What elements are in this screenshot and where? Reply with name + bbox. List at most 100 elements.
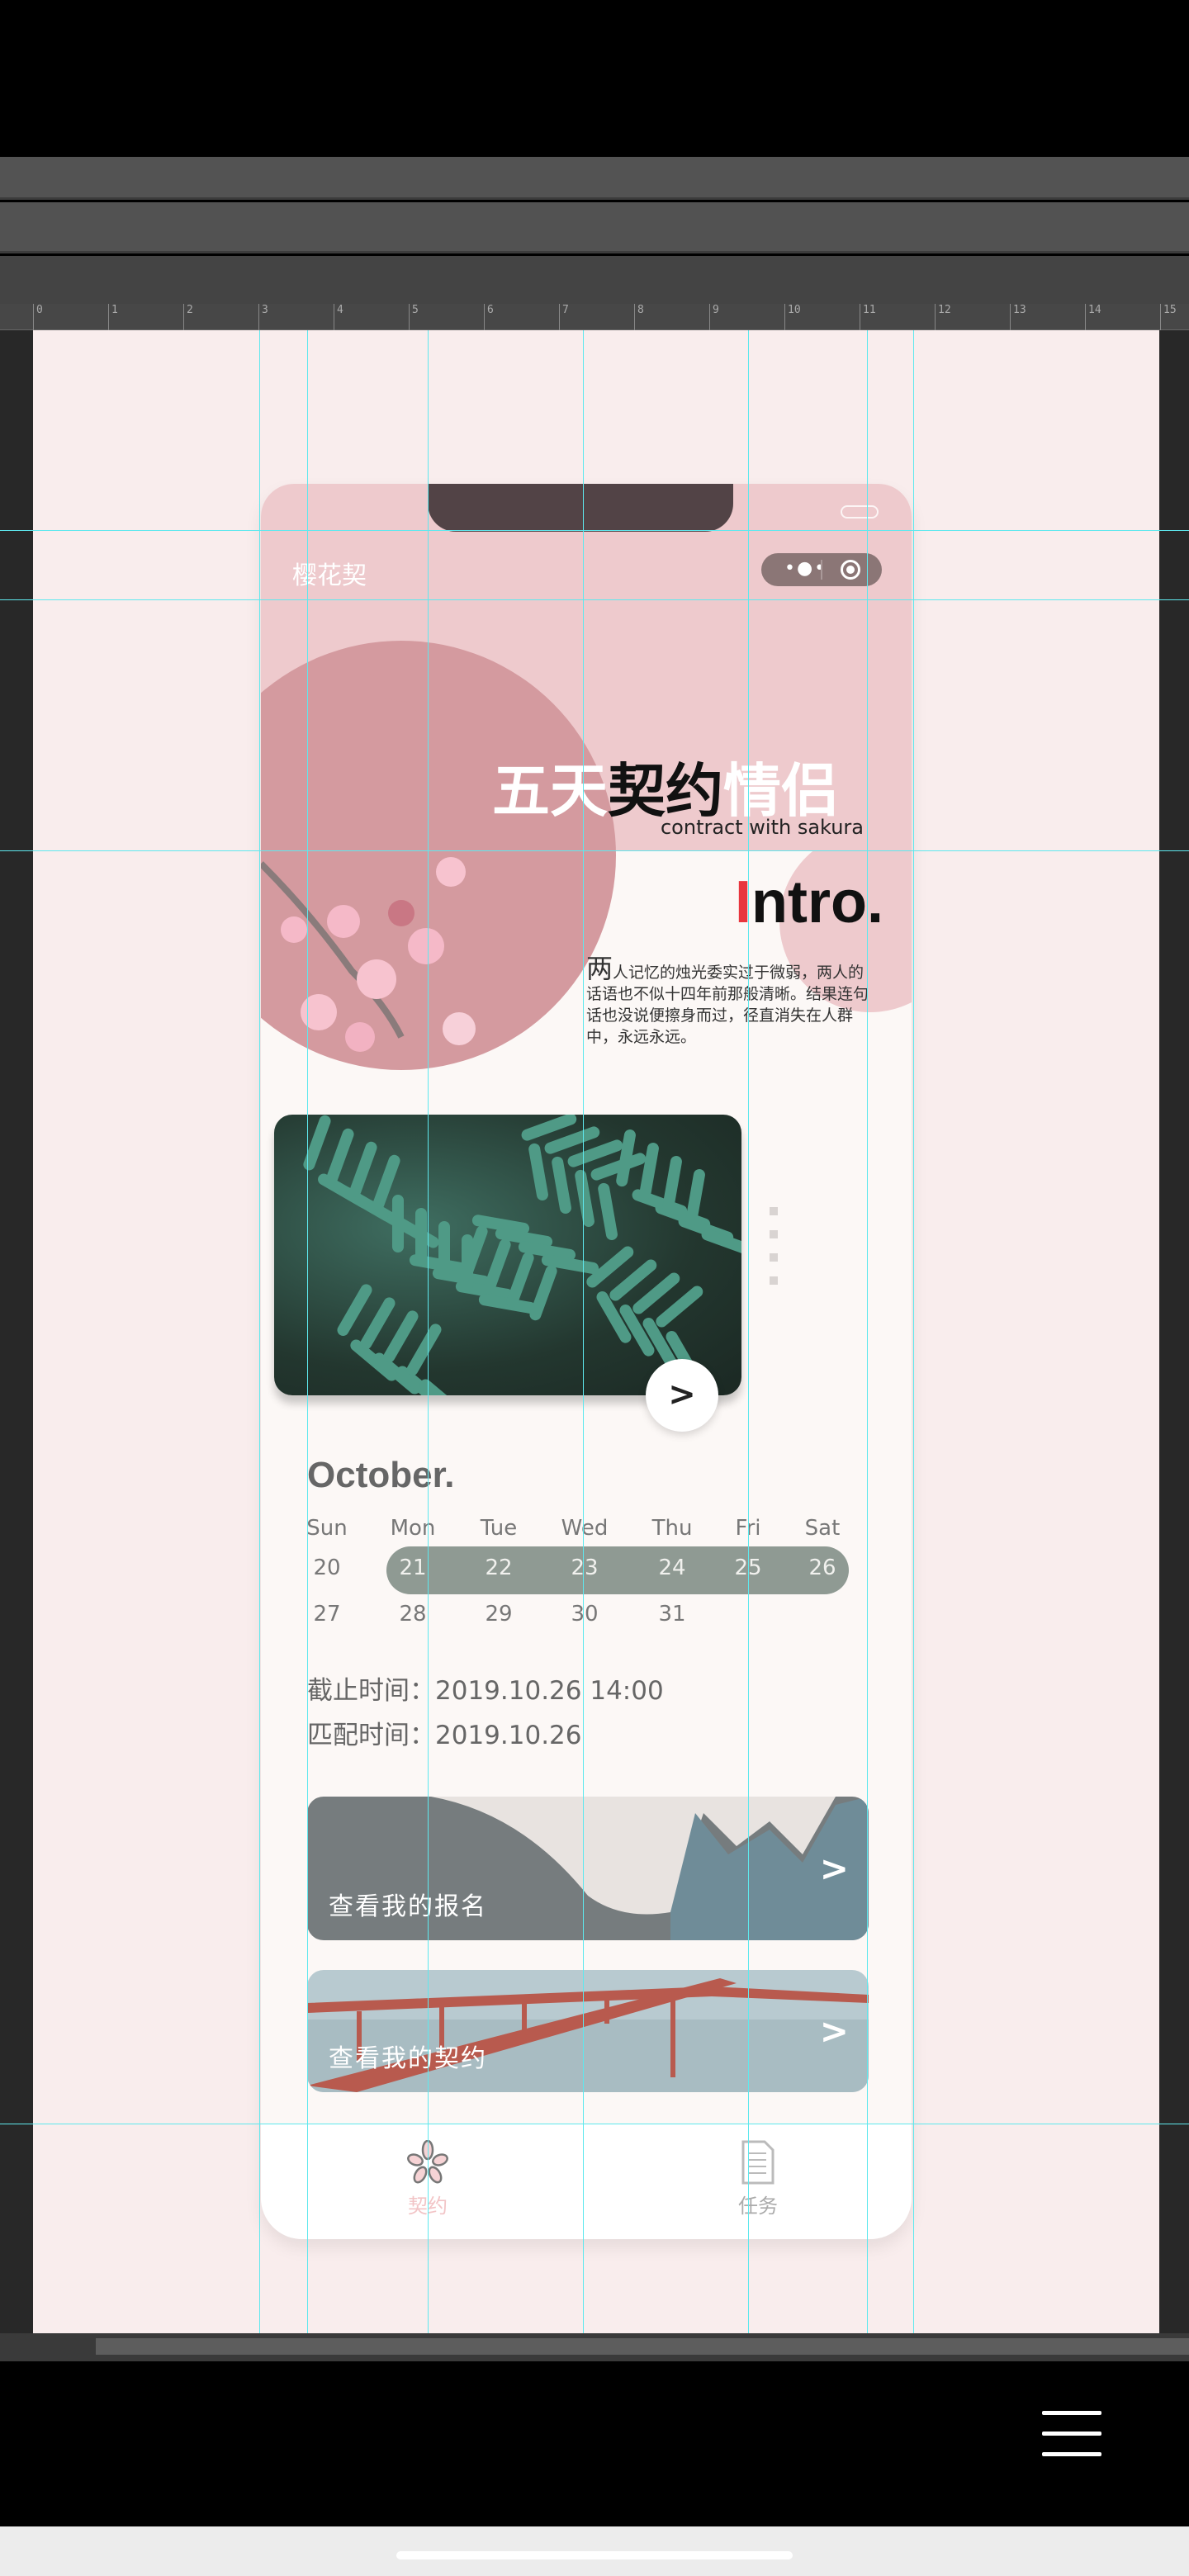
weekday-label: Wed xyxy=(561,1516,609,1541)
my-contract-card[interactable]: 查看我的契约 > xyxy=(307,1970,869,2092)
fern-leaf xyxy=(597,1181,619,1242)
deadline-label: 截止时间： xyxy=(307,1676,435,1706)
chevron-right-icon: > xyxy=(819,2010,849,2052)
horizontal-ruler: 0 1 2 3 4 5 6 7 8 9 10 11 12 13 14 15 xyxy=(0,304,1189,330)
vertical-ruler xyxy=(0,330,33,2333)
calendar-day[interactable]: 26 xyxy=(789,1556,855,1580)
vertical-guide xyxy=(307,330,308,2333)
capsule-divider xyxy=(821,560,822,580)
weekday-label: Thu xyxy=(651,1516,693,1541)
match-row: 匹配时间：2019.10.26 xyxy=(307,1714,582,1751)
horizontal-guide xyxy=(0,530,1189,531)
chevron-right-icon: > xyxy=(819,1848,849,1889)
match-value: 2019.10.26 xyxy=(435,1721,582,1750)
ruler-tick: 14 xyxy=(1085,304,1101,330)
calendar-day[interactable]: 24 xyxy=(639,1556,705,1580)
slogan-part-1: 五天 xyxy=(492,756,608,825)
fern-leaf xyxy=(417,1376,470,1395)
carousel-indicator xyxy=(770,1207,778,1300)
ruler-tick: 3 xyxy=(258,304,268,330)
slogan-part-3: 情侣 xyxy=(723,756,839,825)
document-tab-bar xyxy=(0,256,1189,304)
vertical-guide xyxy=(867,330,868,2333)
home-indicator[interactable] xyxy=(396,2551,793,2559)
my-registration-card[interactable]: 查看我的报名 > xyxy=(307,1797,869,1940)
horizontal-guide xyxy=(0,599,1189,600)
deadline-value: 2019.10.26 14:00 xyxy=(435,1676,664,1706)
vertical-guide xyxy=(748,330,749,2333)
ruler-tick: 11 xyxy=(860,304,876,330)
intro-text: 人记忆的烛光委实过于微弱，两人的话语也不似十四年前那般清晰。结果连句话也没说便擦… xyxy=(586,964,869,1046)
calendar-day[interactable]: 23 xyxy=(552,1556,618,1580)
fern-leaf xyxy=(324,1126,356,1186)
match-label: 匹配时间： xyxy=(307,1721,435,1750)
battery-icon xyxy=(841,505,879,519)
ruler-tick: 5 xyxy=(409,304,419,330)
ruler-tick: 6 xyxy=(484,304,494,330)
vertical-guide xyxy=(913,330,914,2333)
calendar-day[interactable]: 27 xyxy=(294,1602,360,1627)
weekday-label: Tue xyxy=(480,1516,518,1541)
fern-leaf xyxy=(392,1195,404,1252)
ruler-tick: 15 xyxy=(1160,304,1177,330)
weekday-label: Mon xyxy=(390,1516,436,1541)
fern-leaf xyxy=(415,1208,427,1266)
calendar-day[interactable]: 28 xyxy=(380,1602,446,1627)
vertical-guide xyxy=(259,330,260,2333)
weekday-label: Sat xyxy=(804,1516,841,1541)
options-bar xyxy=(0,202,1189,253)
card-label: 查看我的报名 xyxy=(329,1892,487,1921)
workspace-edge xyxy=(1159,330,1189,2333)
horizontal-scrollbar[interactable] xyxy=(0,2333,1189,2361)
miniprogram-capsule[interactable]: •●• xyxy=(761,553,882,586)
hero-subtitle: contract with sakura xyxy=(660,816,864,839)
calendar-day[interactable]: 30 xyxy=(552,1602,618,1627)
ruler-tick: 4 xyxy=(334,304,343,330)
fern-leaf xyxy=(348,1139,379,1199)
fern-leaf xyxy=(301,1115,333,1172)
fern-leaf xyxy=(638,1141,661,1201)
calendar-day[interactable]: 31 xyxy=(639,1602,705,1627)
app-title: 樱花契 xyxy=(292,561,367,590)
calendar-day[interactable]: 29 xyxy=(466,1602,532,1627)
ruler-tick: 2 xyxy=(183,304,193,330)
ruler-tick: 0 xyxy=(33,304,43,330)
intro-heading-rest: ntro. xyxy=(751,869,883,935)
hamburger-menu-icon[interactable] xyxy=(1042,2411,1101,2457)
ruler-tick: 1 xyxy=(108,304,118,330)
close-target-icon[interactable] xyxy=(841,560,860,580)
phone-notch xyxy=(428,484,733,532)
calendar-day[interactable]: 21 xyxy=(380,1556,446,1580)
ruler-tick: 12 xyxy=(935,304,951,330)
calendar-day[interactable]: 20 xyxy=(294,1556,360,1580)
menu-bar xyxy=(0,157,1189,200)
card-label: 查看我的契约 xyxy=(329,2044,487,2073)
vertical-guide xyxy=(428,330,429,2333)
intro-heading-initial: I xyxy=(735,869,752,935)
drop-cap: 两 xyxy=(586,953,613,984)
ruler-tick: 8 xyxy=(634,304,644,330)
next-photo-button[interactable]: > xyxy=(646,1359,718,1432)
deadline-row: 截止时间：2019.10.26 14:00 xyxy=(307,1669,664,1707)
calendar-month: October. xyxy=(307,1455,455,1495)
calendar-day[interactable]: 22 xyxy=(466,1556,532,1580)
weekday-label: Sun xyxy=(306,1516,348,1541)
fern-photo[interactable] xyxy=(274,1115,741,1395)
tab-label: 任务 xyxy=(738,2195,778,2218)
ruler-tick: 13 xyxy=(1010,304,1026,330)
intro-heading: Intro. xyxy=(735,869,883,936)
ruler-tick: 10 xyxy=(784,304,801,330)
scrollbar-thumb[interactable] xyxy=(96,2338,1189,2355)
fern-leaf xyxy=(438,1221,450,1279)
tab-task[interactable]: 任务 xyxy=(708,2140,808,2218)
vertical-guide xyxy=(583,330,584,2333)
fern-leaf xyxy=(528,1263,559,1323)
cherry-blossom-branch-icon xyxy=(261,857,476,1052)
phone-mockup: 樱花契 •●• 五天契约情侣 contract with sakura Intr… xyxy=(261,484,912,2239)
bottom-tab-bar: 契约 任务 xyxy=(261,2124,912,2239)
intro-paragraph: 两人记忆的烛光委实过于微弱，两人的话语也不似十四年前那般清晰。结果连句话也没说便… xyxy=(586,955,870,1048)
horizontal-guide xyxy=(0,850,1189,851)
ruler-tick: 7 xyxy=(559,304,569,330)
document-icon xyxy=(741,2140,775,2185)
ruler-tick: 9 xyxy=(709,304,719,330)
